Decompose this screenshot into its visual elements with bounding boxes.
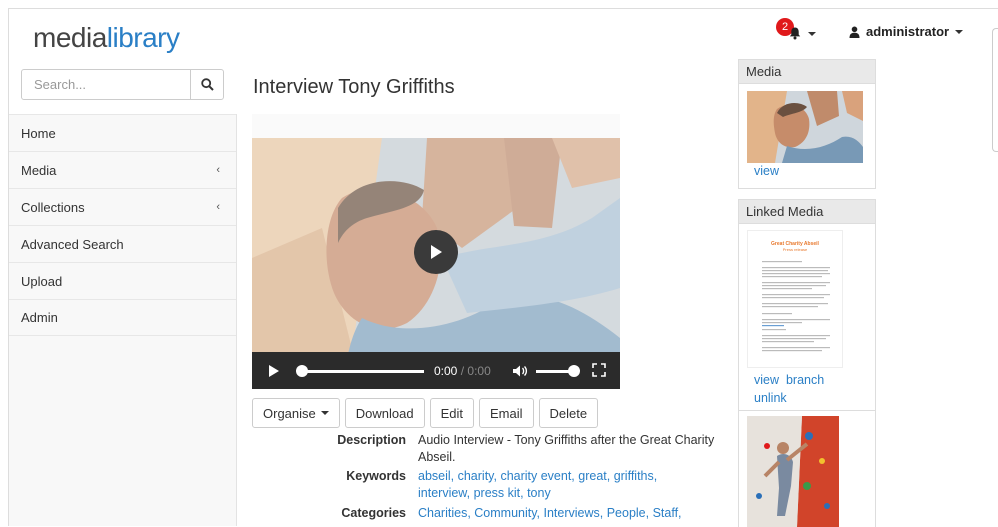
media-thumbnail[interactable]: [747, 91, 863, 163]
sidebar-nav: Home Media ‹ Collections ‹ Advanced Search…: [9, 114, 237, 526]
download-label: Download: [355, 405, 414, 421]
edit-button[interactable]: Edit: [429, 398, 474, 428]
time-display: 0:00 / 0:00: [434, 364, 491, 378]
seek-bar[interactable]: [300, 370, 424, 373]
notifications-dropdown[interactable]: 2: [776, 18, 818, 42]
caret-down-icon: [955, 29, 964, 34]
volume-slider[interactable]: [536, 370, 572, 373]
sidebar-item-label: Media: [21, 162, 57, 178]
frame-top-border: [8, 8, 998, 9]
linked-view-link[interactable]: view: [754, 373, 779, 387]
search-input[interactable]: [21, 69, 191, 100]
organise-label: Organise: [263, 405, 316, 421]
sidebar-item-label: Advanced Search: [21, 236, 124, 252]
offcanvas-tab[interactable]: [992, 28, 998, 152]
fullscreen-icon[interactable]: [592, 363, 606, 377]
linked-branch-link[interactable]: branch: [786, 373, 824, 387]
sidebar-item-label: Admin: [21, 310, 58, 325]
video-header-strip: [252, 114, 620, 138]
media-actions: Organise Download Edit Email Delete: [252, 398, 599, 428]
sidebar-item-label: Upload: [21, 273, 63, 289]
chevron-left-icon: ‹: [216, 164, 220, 176]
sidebar-item-home[interactable]: Home: [9, 114, 236, 151]
description-label: Description: [337, 433, 406, 447]
page-title: Interview Tony Griffiths: [253, 76, 455, 98]
linked-media-panel-title: Linked Media: [739, 200, 875, 224]
search-button[interactable]: [190, 69, 224, 100]
play-overlay-button[interactable]: [414, 230, 458, 274]
linked-document-thumbnail[interactable]: Great Charity Abseil Press release: [747, 230, 843, 368]
linked-unlink-link[interactable]: unlink: [754, 391, 787, 405]
keywords-label: Keywords: [346, 469, 406, 483]
sidebar-search: [21, 69, 224, 100]
volume-handle[interactable]: [568, 365, 580, 377]
linked-item-divider: [739, 410, 875, 411]
app-logo[interactable]: medialibrary: [33, 22, 180, 54]
time-separator: /: [460, 364, 465, 378]
time-current: 0:00: [434, 364, 458, 378]
description-value: Audio Interview - Tony Griffiths after t…: [418, 433, 715, 464]
email-button[interactable]: Email: [478, 398, 534, 428]
sidebar-item-admin[interactable]: Admin: [9, 299, 236, 336]
sidebar-item-upload[interactable]: Upload: [9, 262, 236, 299]
volume-icon[interactable]: [512, 364, 528, 378]
linked-media-actions: view branch unlink: [754, 371, 824, 407]
player-controls: 0:00 / 0:00: [252, 352, 620, 389]
media-panel-title: Media: [739, 60, 875, 84]
media-panel: Media view: [738, 59, 876, 189]
user-icon: [849, 26, 860, 38]
media-thumbnail-image: [747, 91, 863, 163]
video-player[interactable]: 0:00 / 0:00: [252, 138, 620, 389]
delete-label: Delete: [549, 405, 588, 421]
keywords-links[interactable]: abseil, charity, charity event, great, g…: [418, 468, 708, 502]
seek-handle[interactable]: [296, 365, 308, 377]
categories-label: Categories: [341, 506, 406, 520]
search-icon: [200, 78, 214, 91]
play-icon[interactable]: [268, 364, 280, 378]
logo-part-library: library: [106, 22, 180, 53]
document-text-lines: [762, 261, 830, 352]
linked-climbing-image: [747, 416, 839, 527]
chevron-left-icon: ‹: [216, 201, 220, 213]
media-view-link[interactable]: view: [754, 164, 779, 178]
logo-part-media: media: [33, 22, 107, 53]
categories-links[interactable]: Charities, Community, Interviews, People…: [418, 505, 718, 522]
sidebar-item-collections[interactable]: Collections ‹: [9, 188, 236, 225]
delete-button[interactable]: Delete: [538, 398, 599, 428]
edit-label: Edit: [440, 405, 463, 421]
play-icon: [431, 245, 442, 259]
user-menu[interactable]: administrator: [849, 24, 964, 39]
time-total: 0:00: [467, 364, 491, 378]
sidebar-item-media[interactable]: Media ‹: [9, 151, 236, 188]
linked-document-subtitle: Press release: [782, 247, 808, 252]
organise-button[interactable]: Organise: [252, 398, 340, 428]
sidebar-item-advanced-search[interactable]: Advanced Search: [9, 225, 236, 262]
linked-climbing-thumbnail[interactable]: [747, 416, 839, 527]
email-label: Email: [489, 405, 523, 421]
download-button[interactable]: Download: [344, 398, 425, 428]
sidebar-item-label: Collections: [21, 199, 85, 215]
linked-media-panel: Linked Media Great Charity Abseil Press …: [738, 199, 876, 527]
sidebar-item-label: Home: [21, 125, 56, 141]
user-name: administrator: [866, 24, 950, 39]
caret-down-icon: [320, 411, 329, 415]
caret-down-icon: [808, 32, 816, 36]
bell-icon: [789, 27, 801, 40]
